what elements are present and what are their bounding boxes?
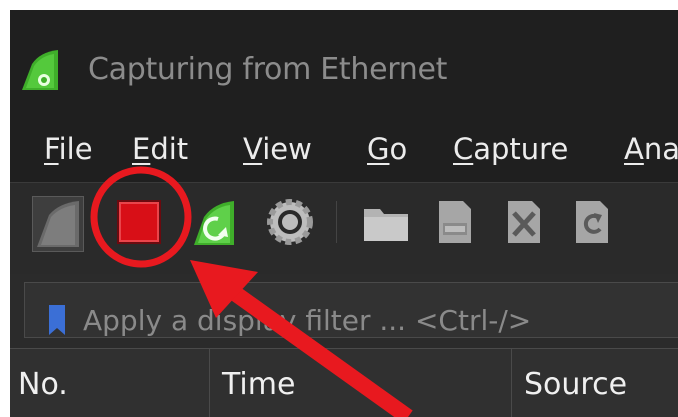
wireshark-fin-icon xyxy=(22,50,58,90)
menu-bar: File Edit View Go Capture Ana xyxy=(10,120,678,182)
display-filter-bar xyxy=(10,274,678,348)
title-bar: Capturing from Ethernet xyxy=(10,10,678,120)
reload-file-icon xyxy=(576,201,608,243)
main-toolbar xyxy=(10,182,678,275)
close-file-button[interactable] xyxy=(504,199,544,245)
window-title: Capturing from Ethernet xyxy=(88,52,448,87)
capture-options-button[interactable] xyxy=(266,197,314,247)
capture-options-icon xyxy=(267,199,313,245)
toolbar-separator xyxy=(336,201,337,243)
menu-view[interactable]: View xyxy=(243,132,312,166)
menu-edit[interactable]: Edit xyxy=(132,132,188,166)
wireshark-window: Capturing from Ethernet File Edit View G… xyxy=(10,10,678,417)
start-capture-icon xyxy=(37,201,79,247)
menu-analyze[interactable]: Ana xyxy=(624,132,678,166)
menu-capture[interactable]: Capture xyxy=(453,132,568,166)
column-header-source[interactable]: Source xyxy=(512,349,678,417)
column-header-no[interactable]: No. xyxy=(10,349,210,417)
stop-capture-button[interactable] xyxy=(117,200,161,244)
save-file-button[interactable] xyxy=(435,199,475,245)
start-capture-button[interactable] xyxy=(32,196,84,252)
display-filter-box xyxy=(24,282,678,343)
display-filter-input[interactable] xyxy=(81,297,678,343)
open-file-icon xyxy=(364,209,408,241)
save-file-icon xyxy=(439,201,471,243)
packet-list-header: No. Time Source xyxy=(10,348,678,417)
menu-file[interactable]: File xyxy=(44,132,93,166)
restart-capture-button[interactable] xyxy=(190,197,238,247)
restart-capture-icon xyxy=(194,201,234,245)
reload-file-button[interactable] xyxy=(572,199,612,245)
column-header-time[interactable]: Time xyxy=(210,349,512,417)
open-file-button[interactable] xyxy=(362,203,410,243)
bookmark-icon[interactable] xyxy=(49,305,65,335)
close-file-icon xyxy=(508,201,540,243)
menu-go[interactable]: Go xyxy=(367,132,407,166)
